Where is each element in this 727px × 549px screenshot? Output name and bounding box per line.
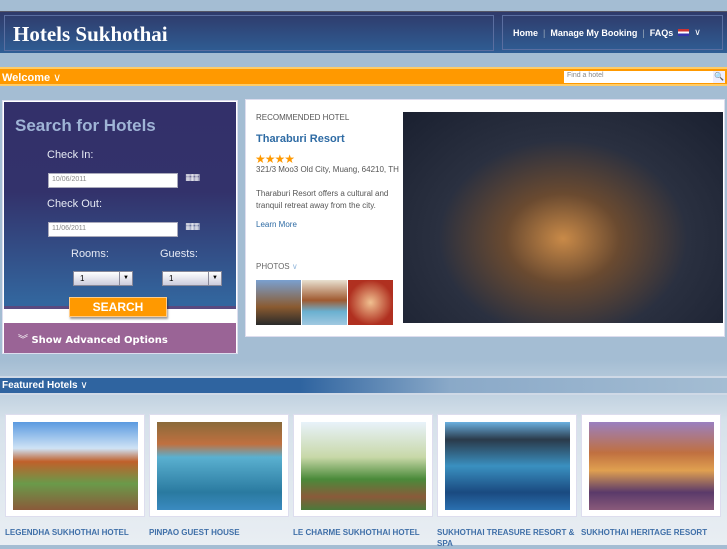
dropdown-arrow-icon: ▼ [208, 272, 221, 285]
hotel-name-link[interactable]: LEGENDHA SUKHOTHAI HOTEL [5, 527, 150, 538]
search-form: Search for Hotels Check In: 10/06/2011 ▦… [4, 102, 236, 309]
photo-thumbnail[interactable] [302, 280, 347, 325]
double-chevron-icon: ︾ [18, 335, 28, 346]
hotel-address: 321/3 Moo3 Old City, Muang, 64210, TH [256, 165, 399, 174]
hotel-card[interactable] [437, 414, 577, 517]
hotel-card[interactable] [149, 414, 289, 517]
search-title: Search for Hotels [15, 116, 156, 135]
hotel-name-link[interactable]: Tharaburi Resort [256, 133, 345, 145]
rooms-value: 1 [80, 274, 85, 283]
chevron-down-icon[interactable]: ∨ [694, 27, 701, 38]
recommended-hotel-panel: RECOMMENDED HOTEL Tharaburi Resort ★★★★ … [245, 99, 725, 337]
hotel-name-link[interactable]: PINPAO GUEST HOUSE [149, 527, 294, 538]
show-advanced-options[interactable]: ︾ Show Advanced Options [4, 323, 236, 353]
featured-hotels-bar: Featured Hotels ∨ [0, 376, 727, 395]
guests-label: Guests: [160, 248, 198, 260]
search-icon[interactable]: 🔍 [713, 71, 725, 83]
welcome-label: Welcome [2, 72, 51, 84]
nav-faqs[interactable]: FAQs [650, 28, 674, 38]
welcome-bar: Welcome ∨ Find a hotel 🔍 [0, 67, 727, 86]
dropdown-arrow-icon: ▼ [119, 272, 132, 285]
nav-home[interactable]: Home [513, 28, 538, 38]
rooms-label: Rooms: [71, 248, 109, 260]
hotel-photo [445, 422, 570, 510]
photos-label: PHOTOS [256, 262, 290, 271]
hotel-name-link[interactable]: SUKHOTHAI HERITAGE RESORT [581, 527, 726, 538]
top-nav: Home | Manage My Booking | FAQs ∨ [502, 15, 723, 50]
hotel-photo [589, 422, 714, 510]
hotel-card[interactable] [581, 414, 721, 517]
welcome-menu[interactable]: Welcome ∨ [2, 71, 61, 84]
chevron-down-icon: ∨ [53, 72, 62, 84]
nav-manage-booking[interactable]: Manage My Booking [550, 28, 637, 38]
hotel-card[interactable] [5, 414, 145, 517]
chevron-down-icon: ∨ [80, 380, 88, 391]
calendar-icon[interactable]: ▦▦ [185, 173, 200, 183]
guests-value: 1 [169, 274, 174, 283]
site-title[interactable]: Hotels Sukhothai [13, 22, 168, 47]
photo-thumbnail[interactable] [348, 280, 393, 325]
star-rating: ★★★★ [255, 152, 295, 166]
hotel-photo [13, 422, 138, 510]
learn-more-link[interactable]: Learn More [256, 220, 297, 229]
photos-toggle[interactable]: PHOTOS ∨ [256, 262, 298, 271]
calendar-icon[interactable]: ▦▦ [185, 222, 200, 232]
find-hotel-input[interactable]: Find a hotel [564, 71, 713, 83]
recommended-label: RECOMMENDED HOTEL [256, 113, 350, 122]
hotel-card[interactable] [293, 414, 433, 517]
hotel-photo [301, 422, 426, 510]
header: Hotels Sukhothai Home | Manage My Booking… [0, 11, 727, 53]
hotel-main-photo[interactable] [403, 112, 723, 323]
hotel-photo [157, 422, 282, 510]
photo-thumbnail[interactable] [256, 280, 301, 325]
hotel-name-link[interactable]: LE CHARME SUKHOTHAI HOTEL [293, 527, 438, 538]
us-flag-icon[interactable] [678, 29, 690, 36]
hotel-name-link[interactable]: SUKHOTHAI TREASURE RESORT & SPA [437, 527, 582, 549]
featured-title[interactable]: Featured Hotels ∨ [2, 380, 88, 391]
guests-select[interactable]: 1 ▼ [162, 271, 222, 286]
hotel-description: Tharaburi Resort offers a cultural and t… [256, 189, 389, 210]
title-box: Hotels Sukhothai [4, 15, 494, 51]
rooms-select[interactable]: 1 ▼ [73, 271, 133, 286]
search-panel: Search for Hotels Check In: 10/06/2011 ▦… [2, 100, 238, 354]
advanced-label: Show Advanced Options [31, 335, 168, 346]
featured-label: Featured Hotels [2, 380, 78, 391]
chevron-down-icon: ∨ [291, 262, 298, 271]
check-in-input[interactable]: 10/06/2011 [48, 173, 178, 188]
check-in-label: Check In: [47, 149, 94, 161]
check-out-label: Check Out: [47, 198, 103, 210]
check-out-input[interactable]: 11/06/2011 [48, 222, 178, 237]
search-button[interactable]: SEARCH [69, 297, 167, 317]
